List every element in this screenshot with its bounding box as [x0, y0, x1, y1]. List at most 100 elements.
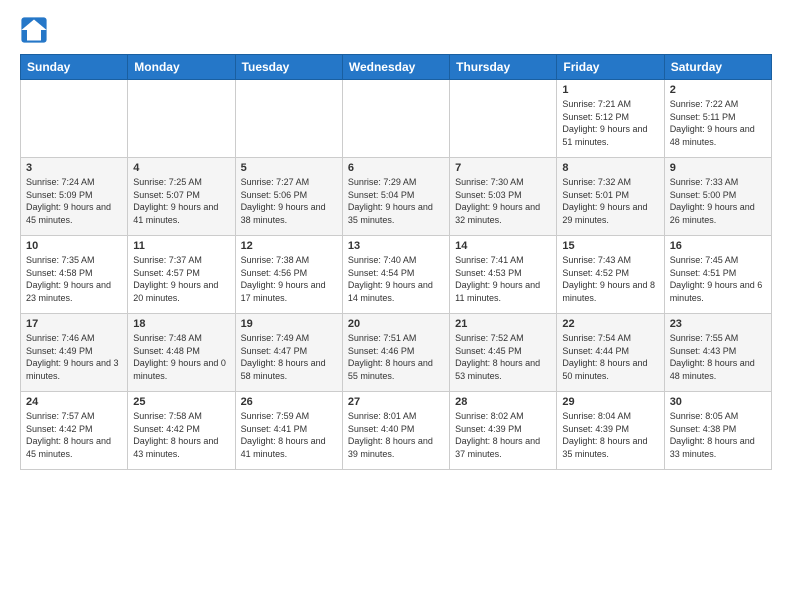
day-info: Sunrise: 7:40 AM Sunset: 4:54 PM Dayligh… — [348, 254, 444, 304]
week-row-2: 3 Sunrise: 7:24 AM Sunset: 5:09 PM Daylig… — [21, 158, 772, 236]
day-cell-27: 27Sunrise: 8:01 AM Sunset: 4:40 PM Dayli… — [342, 392, 449, 470]
column-header-tuesday: Tuesday — [235, 55, 342, 80]
day-cell-15: 15 Sunrise: 7:43 AM Sunset: 4:52 PM Dayli… — [557, 236, 664, 314]
day-number: 16 — [670, 240, 766, 252]
day-cell-21: 21Sunrise: 7:52 AM Sunset: 4:45 PM Dayli… — [450, 314, 557, 392]
day-cell-25: 25 Sunrise: 7:58 AM Sunset: 4:42 PM Dayli… — [128, 392, 235, 470]
day-cell-23: 23 Sunrise: 7:55 AM Sunset: 4:43 PM Dayli… — [664, 314, 771, 392]
day-info: Sunrise: 7:38 AM Sunset: 4:56 PM Dayligh… — [241, 254, 337, 304]
day-cell-8: 8 Sunrise: 7:32 AM Sunset: 5:01 PM Daylig… — [557, 158, 664, 236]
day-number: 9 — [670, 162, 766, 174]
day-cell-11: 11 Sunrise: 7:37 AM Sunset: 4:57 PM Dayli… — [128, 236, 235, 314]
column-header-friday: Friday — [557, 55, 664, 80]
day-number: 26 — [241, 396, 337, 408]
day-info: Sunrise: 7:48 AM Sunset: 4:48 PM Dayligh… — [133, 332, 229, 382]
week-row-1: 1Sunrise: 7:21 AM Sunset: 5:12 PM Daylig… — [21, 80, 772, 158]
day-number: 6 — [348, 162, 444, 174]
day-number: 23 — [670, 318, 766, 330]
day-number: 8 — [562, 162, 658, 174]
day-cell-5: 5 Sunrise: 7:27 AM Sunset: 5:06 PM Daylig… — [235, 158, 342, 236]
day-number: 2 — [670, 84, 766, 96]
day-number: 25 — [133, 396, 229, 408]
day-info: Sunrise: 7:30 AM Sunset: 5:03 PM Dayligh… — [455, 176, 551, 226]
day-cell-6: 6 Sunrise: 7:29 AM Sunset: 5:04 PM Daylig… — [342, 158, 449, 236]
day-number: 17 — [26, 318, 122, 330]
day-cell-22: 22 Sunrise: 7:54 AM Sunset: 4:44 PM Dayli… — [557, 314, 664, 392]
day-info: Sunrise: 8:05 AM Sunset: 4:38 PM Dayligh… — [670, 410, 766, 460]
day-info: Sunrise: 7:58 AM Sunset: 4:42 PM Dayligh… — [133, 410, 229, 460]
day-number: 18 — [133, 318, 229, 330]
day-info: Sunrise: 7:54 AM Sunset: 4:44 PM Dayligh… — [562, 332, 658, 382]
day-cell-3: 3 Sunrise: 7:24 AM Sunset: 5:09 PM Daylig… — [21, 158, 128, 236]
column-header-thursday: Thursday — [450, 55, 557, 80]
empty-cell — [342, 80, 449, 158]
day-info: Sunrise: 7:35 AM Sunset: 4:58 PM Dayligh… — [26, 254, 122, 304]
day-number: 10 — [26, 240, 122, 252]
week-row-4: 17 Sunrise: 7:46 AM Sunset: 4:49 PM Dayli… — [21, 314, 772, 392]
week-row-3: 10 Sunrise: 7:35 AM Sunset: 4:58 PM Dayli… — [21, 236, 772, 314]
day-info: Sunrise: 7:37 AM Sunset: 4:57 PM Dayligh… — [133, 254, 229, 304]
day-number: 4 — [133, 162, 229, 174]
day-info: Sunrise: 7:43 AM Sunset: 4:52 PM Dayligh… — [562, 254, 658, 304]
day-cell-30: 30 Sunrise: 8:05 AM Sunset: 4:38 PM Dayli… — [664, 392, 771, 470]
day-cell-1: 1Sunrise: 7:21 AM Sunset: 5:12 PM Daylig… — [557, 80, 664, 158]
day-cell-12: 12Sunrise: 7:38 AM Sunset: 4:56 PM Dayli… — [235, 236, 342, 314]
day-number: 15 — [562, 240, 658, 252]
day-info: Sunrise: 7:25 AM Sunset: 5:07 PM Dayligh… — [133, 176, 229, 226]
day-cell-13: 13 Sunrise: 7:40 AM Sunset: 4:54 PM Dayli… — [342, 236, 449, 314]
day-info: Sunrise: 7:24 AM Sunset: 5:09 PM Dayligh… — [26, 176, 122, 226]
column-header-wednesday: Wednesday — [342, 55, 449, 80]
header — [20, 16, 772, 44]
day-info: Sunrise: 7:52 AM Sunset: 4:45 PM Dayligh… — [455, 332, 551, 382]
day-info: Sunrise: 7:57 AM Sunset: 4:42 PM Dayligh… — [26, 410, 122, 460]
calendar-body: 1Sunrise: 7:21 AM Sunset: 5:12 PM Daylig… — [21, 80, 772, 470]
day-info: Sunrise: 7:55 AM Sunset: 4:43 PM Dayligh… — [670, 332, 766, 382]
day-number: 29 — [562, 396, 658, 408]
day-info: Sunrise: 7:29 AM Sunset: 5:04 PM Dayligh… — [348, 176, 444, 226]
day-number: 7 — [455, 162, 551, 174]
day-number: 1 — [562, 84, 658, 96]
day-info: Sunrise: 8:01 AM Sunset: 4:40 PM Dayligh… — [348, 410, 444, 460]
column-header-saturday: Saturday — [664, 55, 771, 80]
day-number: 11 — [133, 240, 229, 252]
day-cell-19: 19 Sunrise: 7:49 AM Sunset: 4:47 PM Dayli… — [235, 314, 342, 392]
day-number: 24 — [26, 396, 122, 408]
header-row: SundayMondayTuesdayWednesdayThursdayFrid… — [21, 55, 772, 80]
day-cell-2: 2 Sunrise: 7:22 AM Sunset: 5:11 PM Daylig… — [664, 80, 771, 158]
week-row-5: 24 Sunrise: 7:57 AM Sunset: 4:42 PM Dayli… — [21, 392, 772, 470]
day-info: Sunrise: 7:27 AM Sunset: 5:06 PM Dayligh… — [241, 176, 337, 226]
day-info: Sunrise: 8:02 AM Sunset: 4:39 PM Dayligh… — [455, 410, 551, 460]
day-cell-7: 7 Sunrise: 7:30 AM Sunset: 5:03 PM Daylig… — [450, 158, 557, 236]
day-info: Sunrise: 7:33 AM Sunset: 5:00 PM Dayligh… — [670, 176, 766, 226]
day-cell-18: 18 Sunrise: 7:48 AM Sunset: 4:48 PM Dayli… — [128, 314, 235, 392]
day-number: 13 — [348, 240, 444, 252]
logo-icon — [20, 16, 48, 44]
day-info: Sunrise: 7:46 AM Sunset: 4:49 PM Dayligh… — [26, 332, 122, 382]
day-info: Sunrise: 7:32 AM Sunset: 5:01 PM Dayligh… — [562, 176, 658, 226]
empty-cell — [128, 80, 235, 158]
day-info: Sunrise: 7:22 AM Sunset: 5:11 PM Dayligh… — [670, 98, 766, 148]
day-cell-4: 4 Sunrise: 7:25 AM Sunset: 5:07 PM Daylig… — [128, 158, 235, 236]
day-number: 30 — [670, 396, 766, 408]
day-number: 22 — [562, 318, 658, 330]
day-cell-14: 14Sunrise: 7:41 AM Sunset: 4:53 PM Dayli… — [450, 236, 557, 314]
day-number: 20 — [348, 318, 444, 330]
day-cell-16: 16 Sunrise: 7:45 AM Sunset: 4:51 PM Dayli… — [664, 236, 771, 314]
column-header-monday: Monday — [128, 55, 235, 80]
day-number: 5 — [241, 162, 337, 174]
day-number: 3 — [26, 162, 122, 174]
day-number: 19 — [241, 318, 337, 330]
day-cell-17: 17 Sunrise: 7:46 AM Sunset: 4:49 PM Dayli… — [21, 314, 128, 392]
day-cell-24: 24 Sunrise: 7:57 AM Sunset: 4:42 PM Dayli… — [21, 392, 128, 470]
day-cell-26: 26Sunrise: 7:59 AM Sunset: 4:41 PM Dayli… — [235, 392, 342, 470]
day-info: Sunrise: 7:49 AM Sunset: 4:47 PM Dayligh… — [241, 332, 337, 382]
day-info: Sunrise: 7:51 AM Sunset: 4:46 PM Dayligh… — [348, 332, 444, 382]
day-info: Sunrise: 7:41 AM Sunset: 4:53 PM Dayligh… — [455, 254, 551, 304]
day-cell-9: 9 Sunrise: 7:33 AM Sunset: 5:00 PM Daylig… — [664, 158, 771, 236]
day-info: Sunrise: 7:45 AM Sunset: 4:51 PM Dayligh… — [670, 254, 766, 304]
empty-cell — [235, 80, 342, 158]
empty-cell — [450, 80, 557, 158]
logo — [20, 16, 52, 44]
day-cell-10: 10 Sunrise: 7:35 AM Sunset: 4:58 PM Dayli… — [21, 236, 128, 314]
calendar-table: SundayMondayTuesdayWednesdayThursdayFrid… — [20, 54, 772, 470]
